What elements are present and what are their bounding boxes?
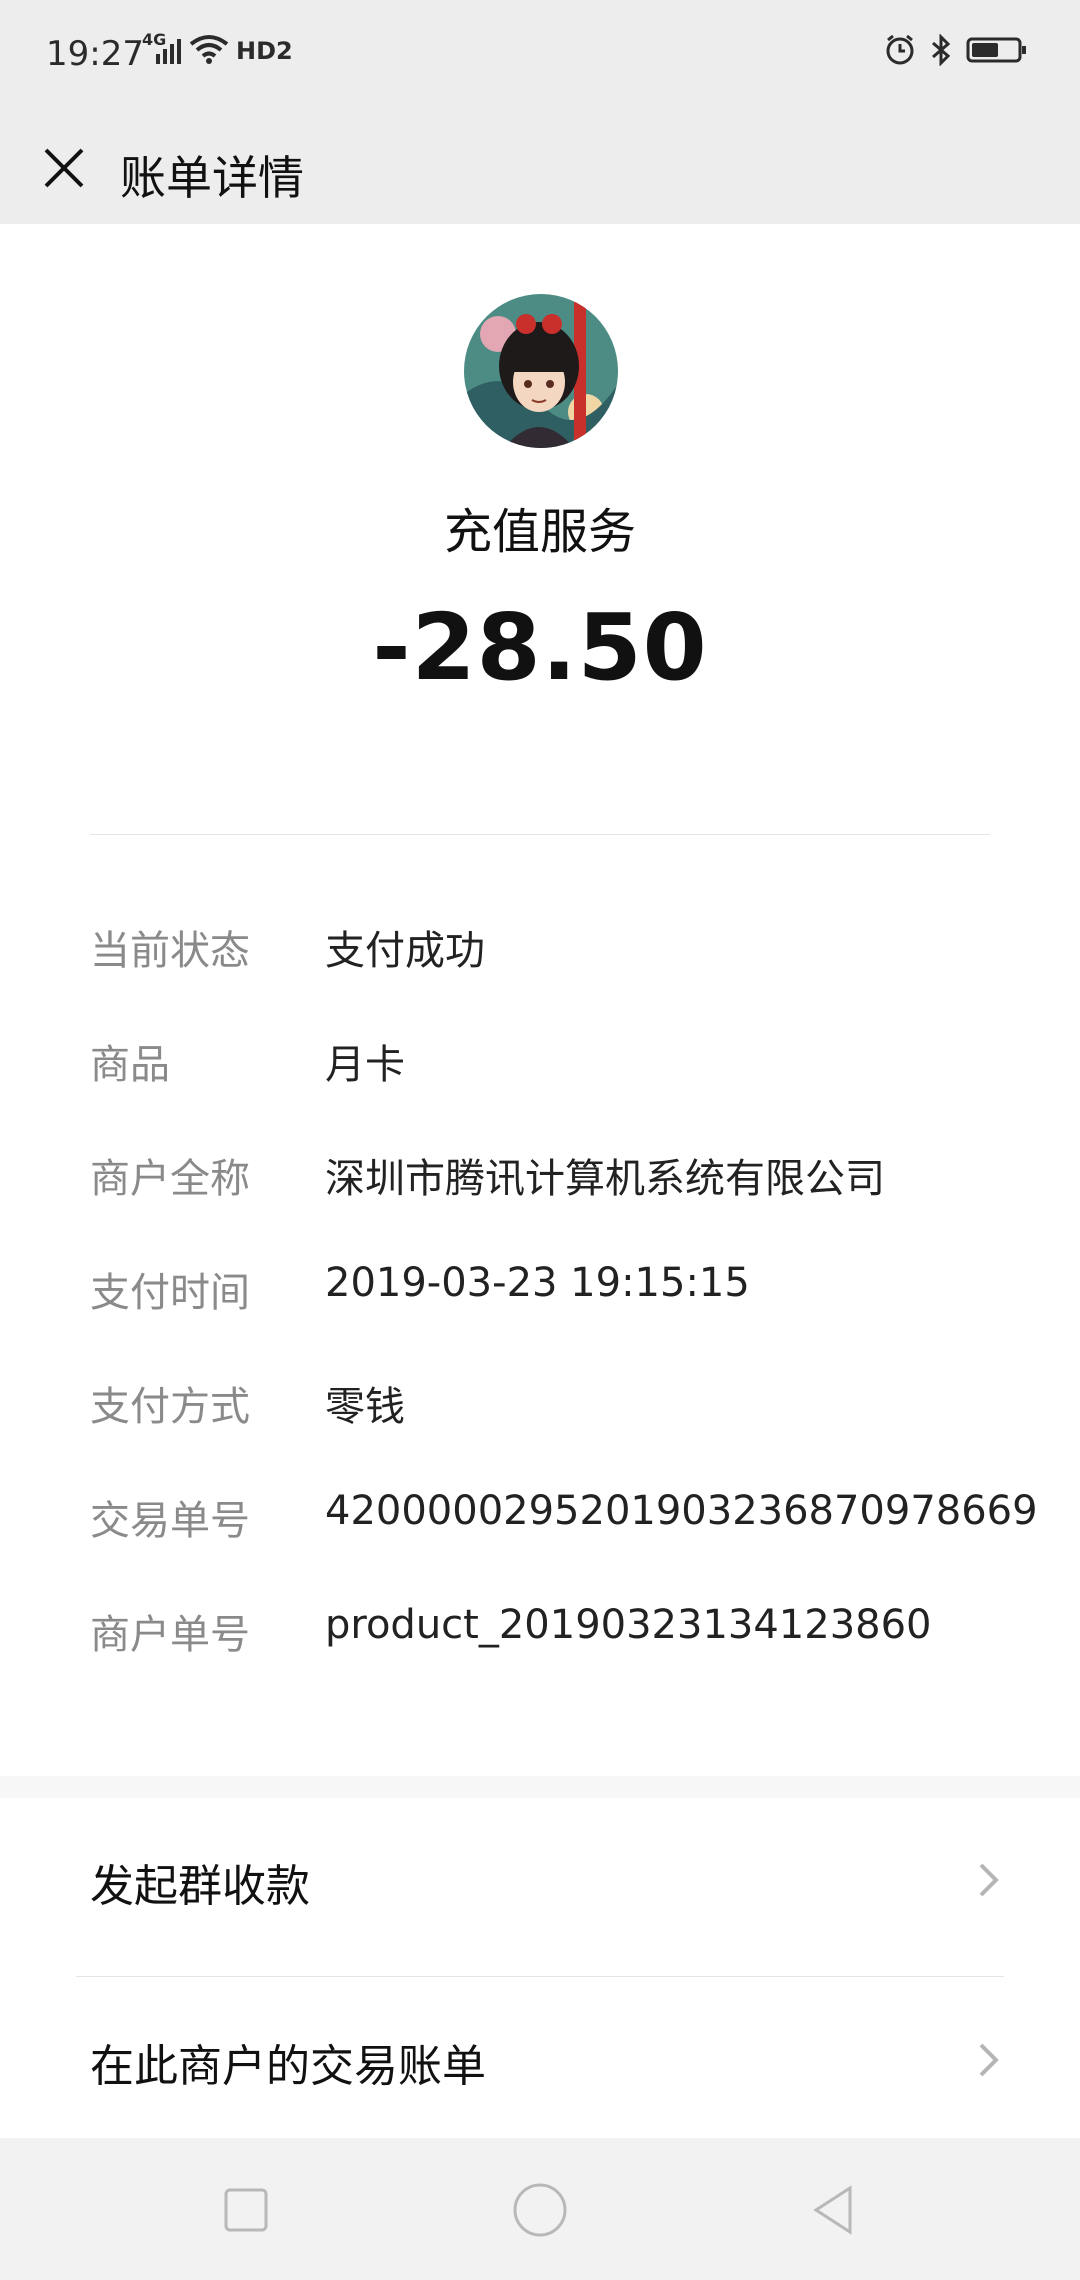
title-bar: 账单详情 bbox=[0, 112, 1080, 225]
close-icon bbox=[44, 148, 84, 188]
detail-row-payment-time: 支付时间 2019-03-23 19:15:15 bbox=[90, 1246, 1050, 1360]
amount: -28.50 bbox=[372, 594, 708, 701]
detail-label: 商品 bbox=[90, 1042, 170, 1088]
detail-value: 月卡 bbox=[325, 1042, 405, 1088]
detail-row-product: 商品 月卡 bbox=[90, 1018, 1050, 1132]
detail-value: 2019-03-23 19:15:15 bbox=[325, 1260, 750, 1306]
signal-icon: 4G bbox=[142, 30, 182, 66]
system-nav-bar bbox=[0, 2138, 1080, 2280]
group-collection-button[interactable]: 发起群收款 bbox=[0, 1798, 1080, 1968]
wifi-icon bbox=[188, 34, 230, 68]
merchant-avatar bbox=[464, 294, 618, 448]
back-button[interactable] bbox=[802, 2178, 866, 2242]
action-label: 在此商户的交易账单 bbox=[90, 2041, 486, 2092]
detail-row-merchant: 商户全称 深圳市腾讯计算机系统有限公司 bbox=[90, 1132, 1050, 1246]
status-time: 19:27 bbox=[46, 34, 144, 74]
merchant-transactions-button[interactable]: 在此商户的交易账单 bbox=[0, 1978, 1080, 2148]
status-right-icons bbox=[884, 33, 1028, 70]
detail-row-merchant-order-id: 商户单号 product_20190323134123860 bbox=[90, 1588, 1050, 1702]
close-button[interactable] bbox=[28, 132, 100, 204]
detail-label: 当前状态 bbox=[90, 928, 250, 974]
alarm-icon bbox=[884, 34, 916, 70]
screen: 19:27 4G HD2 账单详情 充值服务 -28.50 当前状态 支付成功 … bbox=[0, 0, 1080, 2280]
status-left-icons: 4G HD2 bbox=[142, 30, 293, 68]
detail-value: 零钱 bbox=[325, 1384, 405, 1430]
detail-row-status: 当前状态 支付成功 bbox=[90, 904, 1050, 1018]
triangle-back-icon bbox=[813, 2185, 852, 2235]
page-title: 账单详情 bbox=[120, 151, 304, 205]
battery-icon bbox=[966, 35, 1028, 69]
home-button[interactable] bbox=[508, 2178, 572, 2242]
bill-detail-card: 充值服务 -28.50 当前状态 支付成功 商品 月卡 商户全称 深圳市腾讯计算… bbox=[0, 224, 1080, 1776]
divider bbox=[90, 834, 990, 835]
circle-icon bbox=[513, 2183, 567, 2237]
divider bbox=[76, 1976, 1004, 1977]
detail-value[interactable]: 4200000295201903236870978669 bbox=[325, 1488, 1038, 1534]
square-icon bbox=[224, 2188, 268, 2232]
detail-label: 商户全称 bbox=[90, 1156, 250, 1202]
status-bar: 19:27 4G HD2 bbox=[0, 0, 1080, 112]
detail-row-payment-method: 支付方式 零钱 bbox=[90, 1360, 1050, 1474]
detail-value: 深圳市腾讯计算机系统有限公司 bbox=[325, 1156, 885, 1202]
detail-list: 当前状态 支付成功 商品 月卡 商户全称 深圳市腾讯计算机系统有限公司 支付时间… bbox=[90, 904, 1050, 1702]
section-gap bbox=[0, 1776, 1080, 1798]
detail-label: 支付方式 bbox=[90, 1384, 250, 1430]
detail-value: 支付成功 bbox=[325, 928, 485, 974]
merchant-name: 充值服务 bbox=[443, 504, 636, 560]
detail-row-transaction-id: 交易单号 4200000295201903236870978669 bbox=[90, 1474, 1050, 1588]
chevron-right-icon bbox=[976, 1860, 1002, 1904]
detail-label: 支付时间 bbox=[90, 1270, 250, 1316]
hd-badge: HD2 bbox=[236, 37, 293, 65]
detail-label: 交易单号 bbox=[90, 1498, 250, 1544]
detail-value[interactable]: product_20190323134123860 bbox=[325, 1602, 931, 1648]
recent-apps-button[interactable] bbox=[214, 2178, 278, 2242]
action-label: 发起群收款 bbox=[90, 1861, 310, 1912]
bluetooth-icon bbox=[930, 33, 952, 70]
action-list: 发起群收款 在此商户的交易账单 bbox=[0, 1798, 1080, 2138]
chevron-right-icon bbox=[976, 2040, 1002, 2084]
detail-label: 商户单号 bbox=[90, 1612, 250, 1658]
